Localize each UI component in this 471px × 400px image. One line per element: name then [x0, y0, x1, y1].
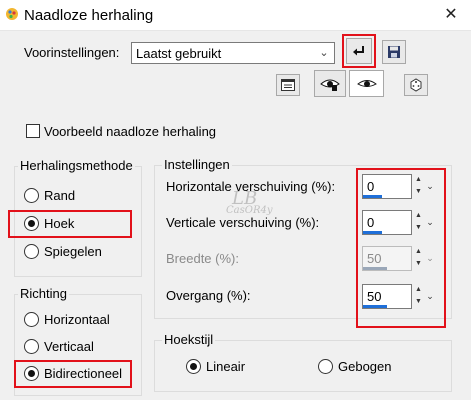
radio-verticaal-label: Verticaal	[44, 339, 94, 354]
randomize-settings-button[interactable]	[276, 74, 300, 96]
radio-rand-label: Rand	[44, 188, 76, 203]
presets-dropdown[interactable]: Laatst gebruikt ⌄	[131, 42, 335, 64]
radio-verticaal[interactable]	[24, 339, 39, 354]
app-icon	[6, 8, 18, 20]
method-group-title: Herhalingsmethode	[18, 158, 135, 173]
presets-label: Voorinstellingen:	[24, 45, 120, 60]
transition-level	[363, 305, 387, 308]
reset-button[interactable]	[346, 38, 372, 64]
arrow-down-icon[interactable]: ▼	[413, 296, 424, 308]
width-stepper: ▲ ▼	[413, 246, 424, 271]
chevron-down-icon: ⌄	[426, 253, 434, 263]
arrow-up-icon: ▲	[415, 248, 422, 255]
proof-toggle-button[interactable]	[349, 70, 384, 97]
width-level	[363, 267, 387, 270]
watermark-text: CasOR4y	[226, 205, 273, 216]
arrow-down-icon[interactable]: ▼	[413, 186, 424, 198]
preview-checkbox[interactable]	[26, 124, 40, 138]
arrow-down-icon: ▼	[415, 260, 422, 267]
preview-label: Voorbeeld naadloze herhaling	[44, 124, 217, 139]
arrow-up-icon[interactable]: ▲	[413, 284, 424, 296]
width-input: 50	[362, 246, 412, 271]
radio-lineair[interactable]	[186, 359, 201, 374]
radio-spiegelen-label: Spiegelen	[44, 244, 102, 259]
arrow-down-icon[interactable]: ▼	[413, 222, 424, 234]
corner-style-group-title: Hoekstijl	[162, 332, 216, 347]
vertical-offset-level	[363, 231, 383, 234]
vertical-offset-label: Verticale verschuiving (%):	[166, 215, 320, 230]
eye-icon	[320, 79, 340, 91]
presets-value: Laatst gebruikt	[136, 46, 222, 61]
direction-group-title: Richting	[18, 286, 69, 301]
horizontal-offset-input[interactable]: 0	[362, 174, 412, 199]
radio-hoek[interactable]	[24, 216, 39, 231]
radio-bidirectioneel-label: Bidirectioneel	[44, 366, 123, 381]
width-label: Breedte (%):	[166, 251, 239, 266]
arrow-up-icon[interactable]: ▲	[413, 174, 424, 186]
radio-gebogen-label: Gebogen	[338, 359, 392, 374]
arrow-up-icon[interactable]: ▲	[413, 210, 424, 222]
undo-arrow-icon	[353, 46, 364, 56]
horizontal-offset-value: 0	[367, 179, 375, 194]
floppy-disk-icon	[388, 46, 400, 58]
list-window-icon	[281, 79, 295, 91]
dice-icon	[410, 78, 422, 92]
radio-spiegelen[interactable]	[24, 244, 39, 259]
transition-input[interactable]: 50	[362, 284, 412, 309]
vertical-offset-value: 0	[367, 215, 375, 230]
radio-horizontaal-label: Horizontaal	[44, 312, 110, 327]
random-button[interactable]	[404, 74, 428, 96]
horizontal-offset-stepper[interactable]: ▲ ▼	[413, 174, 424, 199]
save-preset-button[interactable]	[382, 40, 406, 64]
vertical-offset-input[interactable]: 0	[362, 210, 412, 235]
radio-horizontaal[interactable]	[24, 312, 39, 327]
radio-hoek-label: Hoek	[44, 216, 75, 231]
transition-stepper[interactable]: ▲ ▼	[413, 284, 424, 309]
chevron-down-icon: ⌄	[319, 47, 329, 59]
width-value: 50	[367, 251, 382, 266]
horizontal-offset-level	[363, 195, 383, 198]
radio-gebogen[interactable]	[318, 359, 333, 374]
radio-bidirectioneel[interactable]	[24, 366, 39, 381]
radio-rand[interactable]	[24, 188, 39, 203]
window-title: Naadloze herhaling	[24, 7, 154, 24]
eye-icon	[356, 79, 377, 87]
chevron-down-icon[interactable]: ⌄	[425, 210, 435, 235]
radio-lineair-label: Lineair	[206, 359, 246, 374]
chevron-down-icon[interactable]: ⌄	[425, 174, 435, 199]
transition-label: Overgang (%):	[166, 288, 251, 303]
settings-group-title: Instellingen	[162, 157, 232, 172]
chevron-down-icon[interactable]: ⌄	[425, 284, 435, 309]
preview-toggle-button[interactable]	[314, 70, 346, 97]
transition-value: 50	[367, 289, 382, 304]
close-button[interactable]: ✕	[439, 4, 463, 26]
vertical-offset-stepper[interactable]: ▲ ▼	[413, 210, 424, 235]
title-bar: Naadloze herhaling ✕	[0, 0, 471, 31]
